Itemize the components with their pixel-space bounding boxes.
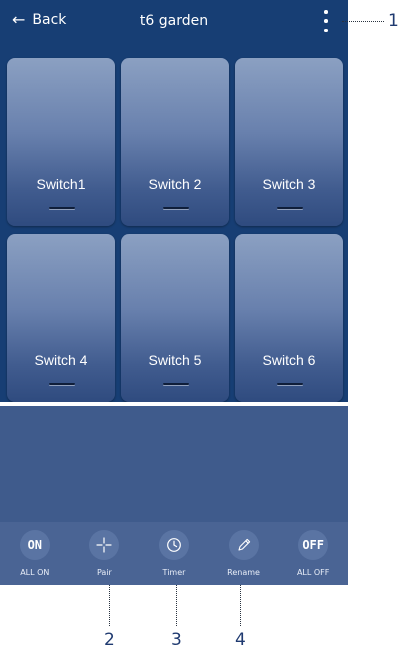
pair-label: Pair (96, 568, 112, 577)
rename-label: Rename (227, 568, 260, 577)
rename-button[interactable]: Rename (215, 522, 273, 577)
callout-leader-4 (240, 585, 241, 626)
switch-indicator (49, 207, 75, 209)
all-off-label: ALL OFF (296, 568, 330, 577)
all-off-icon: OFF (298, 530, 329, 560)
app-screen: ← Back t6 garden Switch1 Switch 2 Switch… (0, 0, 348, 585)
switch-label: Switch1 (36, 176, 86, 192)
action-bar: ON ALL ON Pair Timer Rename OFF ALL OFF (0, 522, 348, 585)
timer-button[interactable]: Timer (145, 522, 203, 577)
all-on-button[interactable]: ON ALL ON (6, 522, 64, 577)
timer-label: Timer (162, 568, 186, 577)
switch-indicator (163, 207, 189, 209)
bottom-panel: ON ALL ON Pair Timer Rename OFF ALL OFF (0, 406, 348, 585)
switch-tile-5[interactable]: Switch 5 (121, 234, 229, 402)
switch-tile-3[interactable]: Switch 3 (235, 58, 343, 226)
switch-label: Switch 6 (262, 352, 316, 368)
all-off-button[interactable]: OFF ALL OFF (284, 522, 342, 577)
switch-label: Switch 3 (262, 176, 316, 192)
switch-grid: Switch1 Switch 2 Switch 3 Switch 4 Switc… (7, 58, 349, 402)
top-bar: ← Back t6 garden (0, 0, 348, 44)
switch-label: Switch 2 (148, 176, 202, 192)
callout-number-3: 3 (171, 630, 182, 650)
callout-number-2: 2 (104, 630, 115, 650)
callout-leader-1 (342, 21, 384, 22)
switch-indicator (49, 383, 75, 385)
switch-tile-1[interactable]: Switch1 (7, 58, 115, 226)
switch-indicator (163, 383, 189, 385)
switch-indicator (277, 207, 303, 209)
clock-icon (158, 530, 189, 560)
callout-leader-3 (176, 585, 177, 626)
all-on-icon: ON (19, 530, 50, 560)
switch-label: Switch 5 (148, 352, 202, 368)
pencil-icon (228, 530, 259, 560)
switch-tile-2[interactable]: Switch 2 (121, 58, 229, 226)
switch-indicator (277, 383, 303, 385)
callout-number-1: 1 (388, 11, 399, 31)
switch-tile-4[interactable]: Switch 4 (7, 234, 115, 402)
all-on-label: ALL ON (20, 568, 50, 577)
switch-label: Switch 4 (34, 352, 88, 368)
callout-leader-2 (109, 585, 110, 626)
switch-tile-6[interactable]: Switch 6 (235, 234, 343, 402)
page-title: t6 garden (139, 13, 209, 29)
pair-crosshair-icon (89, 530, 120, 560)
pair-button[interactable]: Pair (75, 522, 133, 577)
more-options-icon[interactable] (320, 10, 332, 32)
callout-number-4: 4 (235, 630, 246, 650)
